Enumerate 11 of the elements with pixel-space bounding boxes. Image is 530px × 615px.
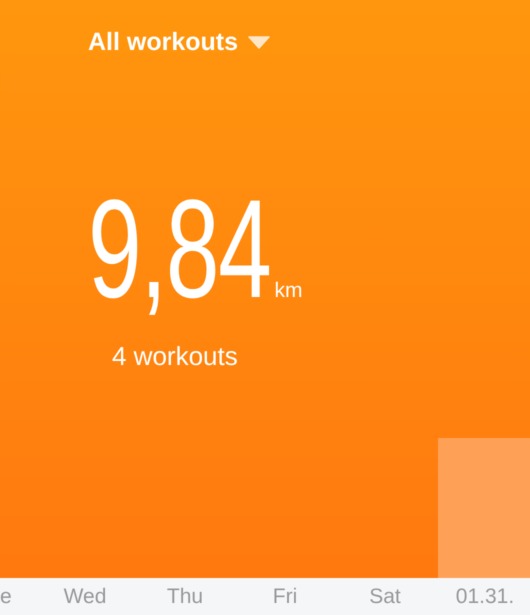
- day-label: Sat: [368, 584, 402, 608]
- day-label: 01.31.: [454, 584, 516, 608]
- day-label: Wed: [62, 584, 108, 608]
- caret-icon: [248, 36, 270, 49]
- day-label: Fri: [272, 584, 298, 608]
- workout-count: 4 workouts: [112, 341, 238, 372]
- distance-value: 9,84: [88, 169, 270, 329]
- day-label: Thu: [166, 584, 204, 608]
- workout-filter-dropdown[interactable]: All workouts: [88, 28, 270, 57]
- day-label: e: [0, 584, 13, 608]
- distance-unit: km: [274, 279, 302, 303]
